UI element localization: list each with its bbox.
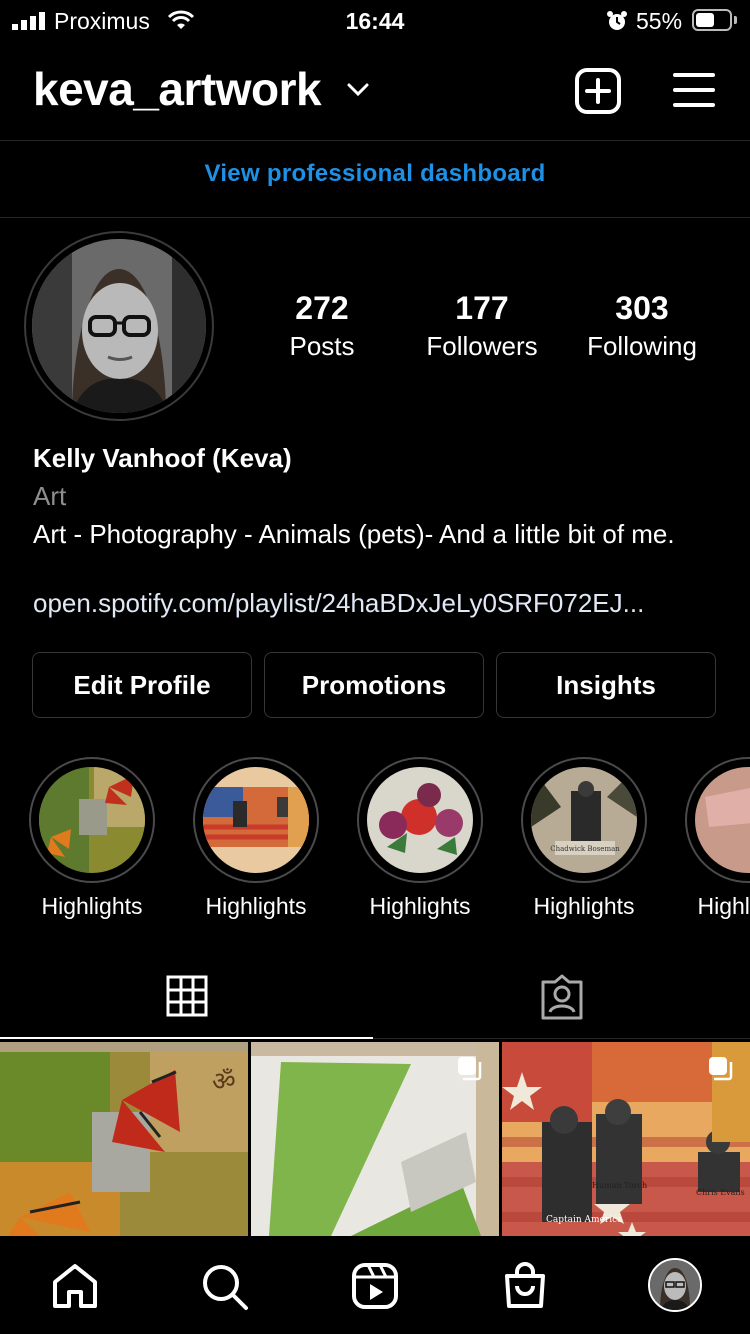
edit-profile-button[interactable]: Edit Profile	[32, 652, 252, 718]
username: keva_artwork	[33, 63, 322, 115]
profile-full-name: Kelly Vanhoof (Keva)	[33, 443, 292, 473]
grid-icon[interactable]	[166, 975, 208, 1017]
profile-category: Art	[33, 481, 67, 511]
tagged-person-icon[interactable]	[539, 974, 585, 1020]
highlight-cover-caption: Chadwick Boseman	[550, 845, 620, 853]
divider	[0, 217, 750, 218]
post-caption-text: Human Torch	[592, 1181, 647, 1190]
highlight-ring	[29, 757, 155, 883]
search-icon[interactable]	[200, 1262, 250, 1312]
profile-bio: Art - Photography - Animals (pets)- And …	[33, 519, 675, 549]
create-post-icon[interactable]	[575, 68, 621, 114]
professional-dashboard-link[interactable]: View professional dashboard	[0, 160, 750, 188]
post-caption-text: Captain America	[546, 1215, 623, 1225]
post-thumbnail[interactable]: Captain America Human Torch Chris Evans	[502, 1042, 750, 1236]
highlight-label: Highlights	[205, 893, 307, 919]
highlight-label: Highlights	[369, 893, 471, 919]
story-highlight[interactable]: Highlights	[27, 757, 157, 920]
divider	[0, 140, 750, 141]
profile-link[interactable]: open.spotify.com/playlist/24haBDxJeLy0SR…	[33, 588, 644, 619]
menu-icon[interactable]	[673, 72, 715, 108]
multiple-photos-icon	[458, 1057, 482, 1081]
highlight-ring	[357, 757, 483, 883]
active-tab-indicator	[0, 1037, 373, 1039]
multiple-photos-icon	[709, 1057, 733, 1081]
insights-button[interactable]: Insights	[496, 652, 716, 718]
svg-text:ॐ: ॐ	[212, 1067, 236, 1097]
promotions-button[interactable]: Promotions	[264, 652, 484, 718]
highlight-cover	[367, 767, 473, 873]
account-switcher[interactable]: keva_artwork	[33, 62, 322, 116]
stat-label: Followers	[426, 331, 538, 361]
highlight-ring: Chadwick Boseman	[521, 757, 647, 883]
shop-icon[interactable]	[501, 1260, 549, 1310]
battery-percent: 55%	[636, 8, 683, 34]
stat-label: Posts	[289, 331, 355, 361]
divider	[373, 1038, 750, 1039]
reels-icon[interactable]	[351, 1262, 399, 1310]
story-highlight[interactable]: Chadwick Boseman Highlights	[519, 757, 649, 920]
stat-value: 272	[295, 290, 349, 326]
highlight-label: Highlights	[533, 893, 635, 919]
highlight-ring	[685, 757, 750, 883]
highlight-cover	[695, 767, 750, 873]
profile-avatar[interactable]	[32, 239, 206, 413]
post-caption-text: Chris Evans	[696, 1188, 745, 1197]
chevron-down-icon[interactable]	[346, 82, 370, 98]
stat-label: Following	[587, 331, 697, 361]
highlight-label: Highlights	[41, 893, 143, 919]
story-highlight[interactable]: Highlights	[355, 757, 485, 920]
following-count[interactable]: 303 Following	[562, 290, 722, 362]
highlight-cover: Chadwick Boseman	[531, 767, 637, 873]
highlight-label: Highlights	[697, 893, 750, 919]
battery-icon	[692, 9, 732, 31]
bottom-navigation	[0, 1236, 750, 1334]
highlight-cover	[203, 767, 309, 873]
highlight-ring	[193, 757, 319, 883]
stat-value: 303	[615, 290, 669, 326]
profile-avatar[interactable]	[648, 1258, 702, 1312]
story-highlight[interactable]: Highlights	[191, 757, 321, 920]
posts-count[interactable]: 272 Posts	[242, 290, 402, 362]
followers-count[interactable]: 177 Followers	[402, 290, 562, 362]
status-bar: Proximus 16:44 55%	[0, 0, 750, 42]
alarm-icon	[607, 11, 627, 30]
story-highlight[interactable]: Highlights	[683, 757, 750, 927]
post-thumbnail[interactable]	[251, 1042, 499, 1236]
home-icon[interactable]	[51, 1262, 99, 1310]
post-thumbnail[interactable]: ॐ	[0, 1042, 248, 1236]
stat-value: 177	[455, 290, 509, 326]
highlight-cover	[39, 767, 145, 873]
